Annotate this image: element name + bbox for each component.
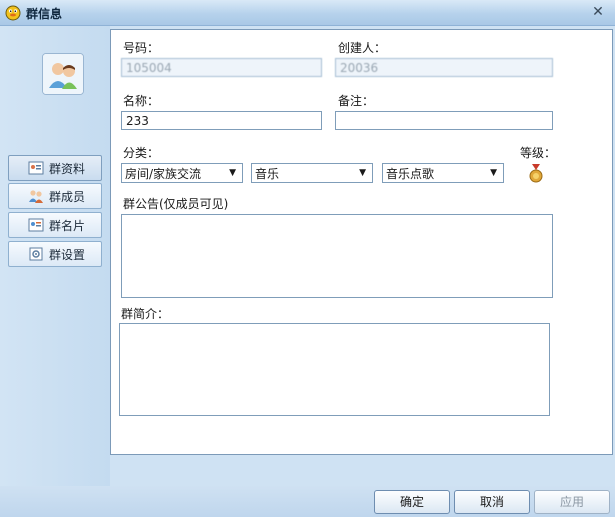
intro-label: 群简介： (121, 307, 170, 321)
window-title: 群信息 (26, 7, 63, 21)
cancel-button[interactable]: 取消 (454, 490, 530, 514)
number-label: 号码： (123, 41, 160, 55)
sidebar-item-label: 群名片 (49, 218, 86, 233)
notice-label: 群公告(仅成员可见) (123, 197, 229, 211)
card-icon (28, 218, 44, 232)
sidebar-item-group-profile[interactable]: 群资料 (8, 155, 102, 181)
creator-label: 创建人： (338, 41, 387, 55)
category-select-1[interactable]: 房间/家族交流 ▼ (121, 163, 243, 183)
number-field: 105004 (121, 58, 322, 77)
creator-field: 20036 (335, 58, 553, 77)
group-avatar[interactable] (42, 53, 84, 95)
ok-button[interactable]: 确定 (374, 490, 450, 514)
note-input[interactable] (335, 111, 553, 130)
sidebar-item-label: 群设置 (49, 247, 86, 262)
category-select-1-value: 房间/家族交流 (125, 166, 202, 181)
intro-textarea[interactable] (119, 323, 550, 416)
members-icon (29, 190, 43, 203)
category-select-2-value: 音乐 (255, 166, 280, 181)
category-select-2[interactable]: 音乐 ▼ (251, 163, 373, 183)
close-button[interactable]: ✕ (589, 3, 607, 21)
group-profile-icon (28, 161, 44, 175)
qq-penguin-icon (5, 5, 21, 21)
name-input[interactable]: 233 (121, 111, 322, 130)
chevron-down-icon: ▼ (359, 168, 366, 178)
sidebar-item-group-settings[interactable]: 群设置 (8, 241, 102, 267)
title-bar: 群信息 ✕ (0, 0, 615, 26)
name-label: 名称： (123, 94, 160, 108)
chevron-down-icon: ▼ (490, 168, 497, 178)
apply-button[interactable]: 应用 (534, 490, 610, 514)
sidebar-item-group-card[interactable]: 群名片 (8, 212, 102, 238)
medal-icon (529, 164, 543, 183)
group-avatar-icon (43, 54, 83, 94)
sidebar-item-label: 群成员 (49, 189, 86, 204)
sidebar-item-label: 群资料 (49, 161, 86, 176)
note-label: 备注： (338, 94, 375, 108)
category-select-3[interactable]: 音乐点歌 ▼ (382, 163, 504, 183)
sidebar-item-group-members[interactable]: 群成员 (8, 183, 102, 209)
category-label: 分类： (123, 146, 160, 160)
chevron-down-icon: ▼ (229, 168, 236, 178)
settings-icon (29, 247, 43, 261)
level-label: 等级： (520, 146, 557, 160)
notice-textarea[interactable] (121, 214, 553, 298)
category-select-3-value: 音乐点歌 (386, 166, 435, 181)
